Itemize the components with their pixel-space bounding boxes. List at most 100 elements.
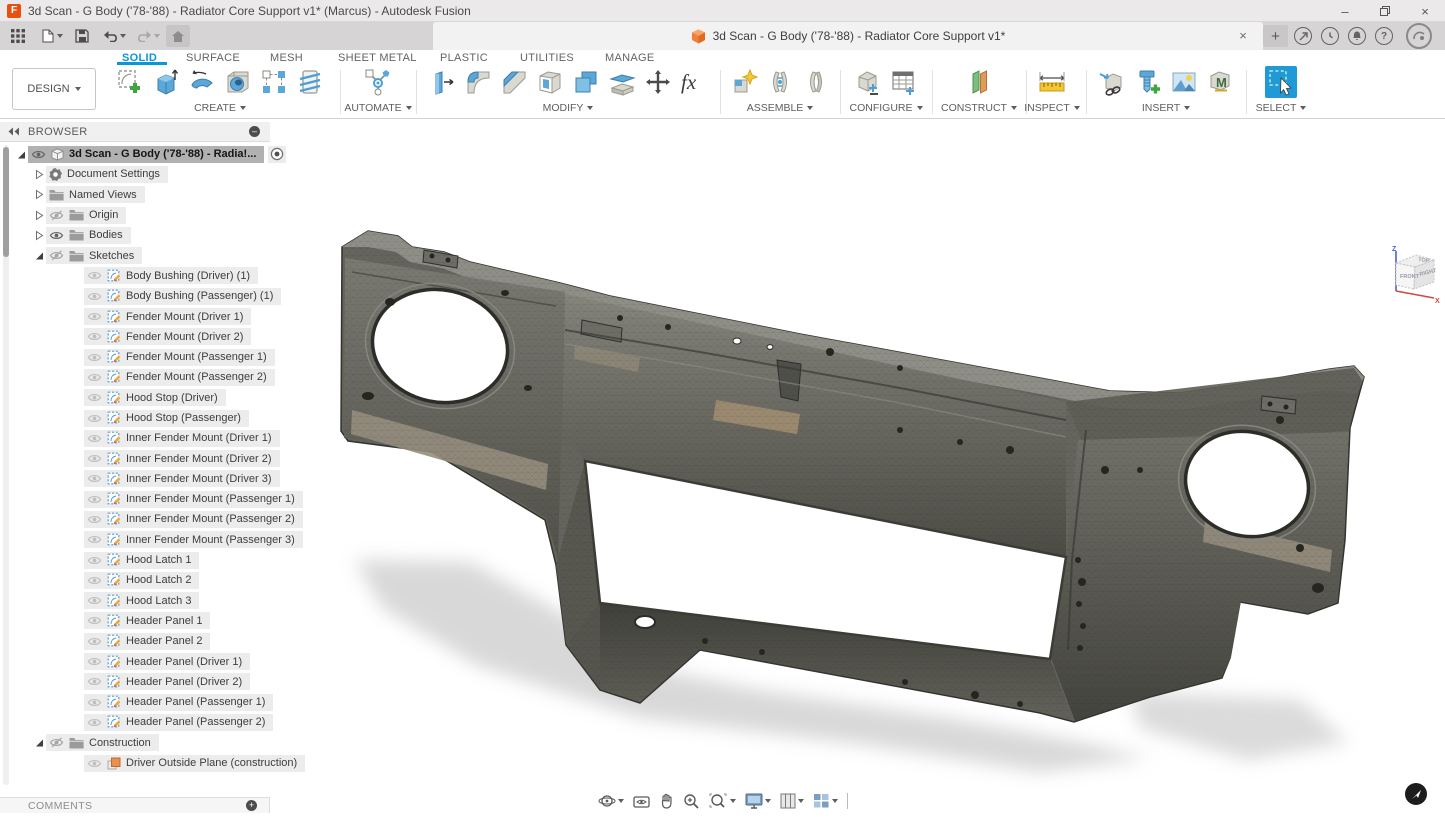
workspace-switcher[interactable]: DESIGN [12, 68, 96, 110]
visibility-eye-icon[interactable] [31, 149, 46, 160]
chamfer-button[interactable] [498, 66, 530, 98]
tab-mesh[interactable]: MESH [270, 52, 303, 64]
document-tab-close[interactable]: × [1235, 28, 1251, 44]
look-at-button[interactable] [633, 794, 650, 809]
insert-derive-button[interactable] [1096, 66, 1128, 98]
shell-button[interactable] [534, 66, 566, 98]
automate-button[interactable] [362, 66, 394, 98]
visibility-eye-icon[interactable] [87, 615, 102, 626]
visibility-eye-icon[interactable] [87, 717, 102, 728]
visibility-eye-icon[interactable] [87, 413, 102, 424]
move-copy-button[interactable] [642, 66, 674, 98]
scrollbar-thumb[interactable] [3, 147, 9, 257]
visibility-eye-icon[interactable] [87, 514, 102, 525]
browser-item[interactable]: Header Panel 1 [12, 611, 270, 631]
help-icon[interactable]: ? [1375, 27, 1393, 45]
browser-item[interactable]: Header Panel (Passenger 2) [12, 712, 270, 732]
thread-button[interactable] [294, 66, 326, 98]
grid-snaps-button[interactable] [780, 793, 804, 809]
group-label-create[interactable]: CREATE [104, 102, 336, 114]
configuration-table-button[interactable] [888, 66, 920, 98]
visibility-eye-icon[interactable] [49, 737, 64, 748]
pattern-button[interactable] [258, 66, 290, 98]
visibility-eye-icon[interactable] [87, 534, 102, 545]
visibility-eye-icon[interactable] [87, 331, 102, 342]
pan-button[interactable] [659, 793, 674, 809]
browser-item[interactable]: Fender Mount (Driver 2) [12, 327, 270, 347]
measure-button[interactable] [1036, 66, 1068, 98]
visibility-eye-icon[interactable] [87, 433, 102, 444]
apps-grid-button[interactable] [6, 25, 30, 47]
browser-item[interactable]: Construction [12, 733, 270, 753]
visibility-eye-icon[interactable] [87, 372, 102, 383]
job-status-icon[interactable] [1321, 27, 1339, 45]
new-component-button[interactable] [728, 66, 760, 98]
browser-scrollbar[interactable] [3, 145, 9, 785]
browser-item[interactable]: Inner Fender Mount (Passenger 3) [12, 530, 270, 550]
save-button[interactable] [70, 25, 94, 47]
group-label-insert[interactable]: INSERT [1090, 102, 1242, 114]
change-parameters-button[interactable]: fx [678, 66, 710, 98]
tab-sheet-metal[interactable]: SHEET METAL [338, 52, 417, 64]
minimize-button[interactable]: – [1325, 0, 1365, 22]
visibility-eye-icon[interactable] [87, 636, 102, 647]
document-tab[interactable]: 3d Scan - G Body ('78-'88) - Radiator Co… [433, 22, 1263, 50]
browser-item[interactable]: Inner Fender Mount (Passenger 2) [12, 509, 270, 529]
file-menu-button[interactable] [36, 25, 68, 47]
browser-item[interactable]: Header Panel (Passenger 1) [12, 692, 270, 712]
visibility-eye-icon[interactable] [87, 555, 102, 566]
collapse-panel-icon[interactable] [8, 127, 20, 136]
browser-item[interactable]: Header Panel (Driver 2) [12, 672, 270, 692]
view-cube[interactable]: Z X FRONT RIGHT TOP [1380, 243, 1442, 309]
home-button[interactable] [166, 25, 190, 47]
browser-item[interactable]: Hood Latch 3 [12, 591, 270, 611]
visibility-eye-icon[interactable] [87, 656, 102, 667]
expand-toggle[interactable] [32, 250, 46, 261]
visibility-eye-icon[interactable] [49, 210, 64, 221]
group-label-construct[interactable]: CONSTRUCT [936, 102, 1022, 114]
group-label-inspect[interactable]: INSPECT [1022, 102, 1082, 114]
visibility-eye-icon[interactable] [87, 758, 102, 769]
tab-plastic[interactable]: PLASTIC [440, 52, 488, 64]
visibility-eye-icon[interactable] [87, 392, 102, 403]
browser-item[interactable]: Document Settings [12, 164, 270, 184]
tab-manage[interactable]: MANAGE [605, 52, 654, 64]
group-label-assemble[interactable]: ASSEMBLE [724, 102, 836, 114]
close-button[interactable]: × [1405, 0, 1445, 22]
redo-button[interactable] [132, 25, 164, 47]
browser-item[interactable]: Hood Latch 1 [12, 550, 270, 570]
visibility-eye-icon[interactable] [87, 697, 102, 708]
visibility-eye-icon[interactable] [87, 676, 102, 687]
browser-item[interactable]: Hood Stop (Passenger) [12, 408, 270, 428]
orbit-button[interactable] [598, 792, 624, 810]
create-sketch-button[interactable] [114, 66, 146, 98]
visibility-eye-icon[interactable] [87, 595, 102, 606]
extensions-icon[interactable] [1294, 27, 1312, 45]
browser-item[interactable]: Fender Mount (Passenger 2) [12, 367, 270, 387]
activate-component-radio[interactable] [268, 146, 286, 163]
browser-display-toggle[interactable]: – [249, 126, 260, 137]
revolve-button[interactable] [186, 66, 218, 98]
visibility-eye-icon[interactable] [87, 291, 102, 302]
expand-toggle[interactable] [32, 210, 46, 221]
browser-item[interactable]: 3d Scan - G Body ('78-'88) - Radia!... [12, 144, 270, 164]
browser-item[interactable]: Inner Fender Mount (Driver 2) [12, 448, 270, 468]
comments-bar[interactable]: COMMENTS + [0, 797, 270, 813]
joint-button[interactable] [764, 66, 796, 98]
browser-item[interactable]: Header Panel 2 [12, 631, 270, 651]
group-label-select[interactable]: SELECT [1250, 102, 1312, 114]
browser-item[interactable]: Fender Mount (Driver 1) [12, 306, 270, 326]
browser-item[interactable]: Inner Fender Mount (Passenger 1) [12, 489, 270, 509]
browser-item[interactable]: Sketches [12, 245, 270, 265]
tab-utilities[interactable]: UTILITIES [520, 52, 574, 64]
expand-toggle[interactable] [32, 230, 46, 241]
browser-item[interactable]: Body Bushing (Passenger) (1) [12, 286, 270, 306]
notifications-icon[interactable] [1348, 27, 1366, 45]
expand-toggle[interactable] [32, 189, 46, 200]
browser-item[interactable]: Driver Outside Plane (construction) [12, 753, 270, 773]
fillet-button[interactable] [462, 66, 494, 98]
comments-toggle[interactable]: + [246, 800, 257, 811]
visibility-eye-icon[interactable] [49, 250, 64, 261]
select-button[interactable] [1265, 66, 1297, 98]
extrude-button[interactable] [150, 66, 182, 98]
